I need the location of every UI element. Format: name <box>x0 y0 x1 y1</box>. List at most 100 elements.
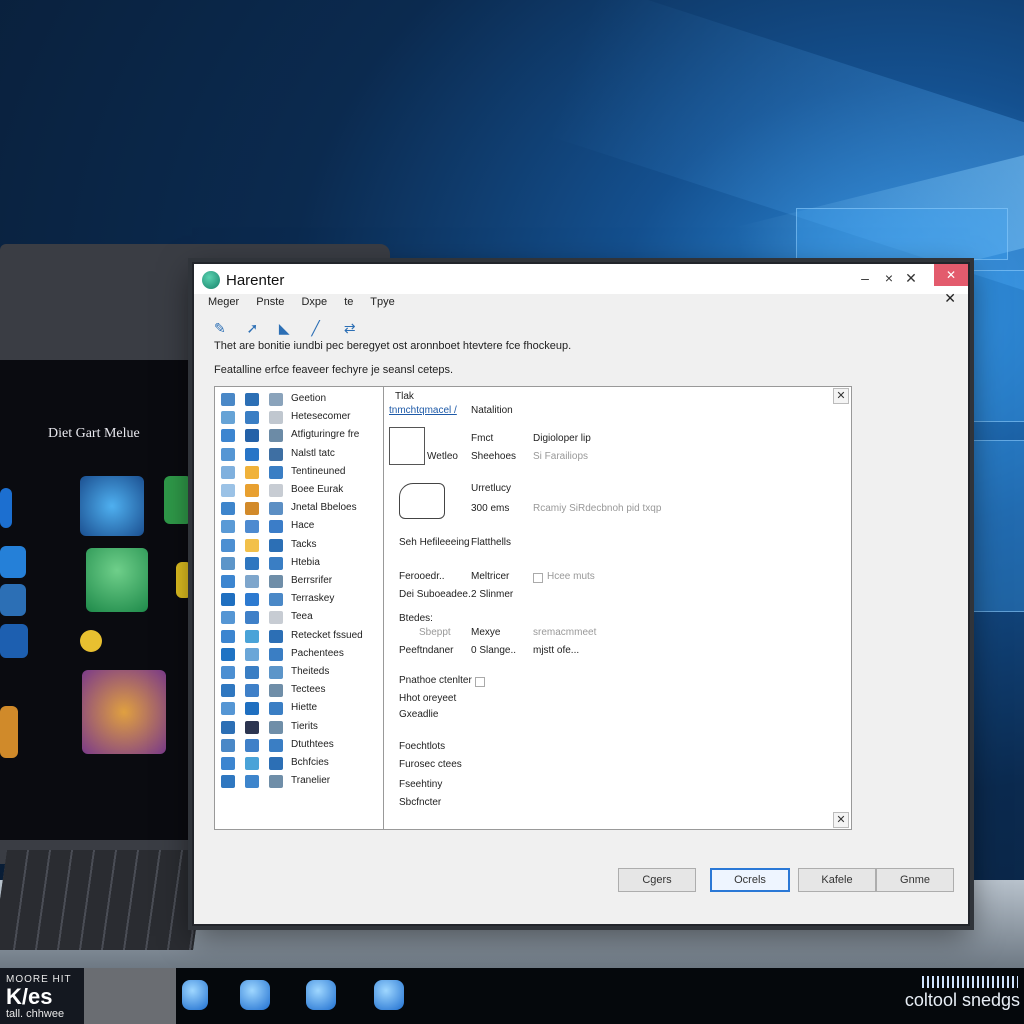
file-icon <box>269 720 283 734</box>
file-icon <box>221 629 235 643</box>
taskbar-label[interactable]: MOORE HIT K/es tall. chhwee <box>0 968 84 1024</box>
list-item-label: Boee Eurak <box>291 484 344 495</box>
app-icon[interactable] <box>182 980 208 1010</box>
section-label: Btedes: <box>399 613 433 624</box>
field-label: Meltricer <box>471 571 510 582</box>
field-value: Flatthells <box>471 537 512 548</box>
close-icon[interactable]: ✕ <box>833 388 849 404</box>
list-item[interactable]: Nalstl tatc <box>215 446 383 464</box>
diagram-icon <box>389 427 425 465</box>
restore-button[interactable]: ✕ <box>900 268 922 288</box>
list-item[interactable]: Geetion <box>215 391 383 409</box>
list-item[interactable]: Retecket fssued <box>215 628 383 646</box>
list-item[interactable]: Tentineuned <box>215 464 383 482</box>
window-title: Harenter <box>226 272 285 289</box>
menu-item[interactable]: Tpye <box>370 296 394 308</box>
field-label: Fmct <box>471 433 494 444</box>
field-value: Sbcfncter <box>399 797 442 808</box>
file-icon <box>245 666 259 679</box>
file-icon <box>269 484 283 497</box>
list-item[interactable]: Boee Eurak <box>215 482 383 500</box>
list-item[interactable]: Atfigturingre fre <box>215 427 383 445</box>
close-button[interactable]: ✕ <box>934 264 968 286</box>
file-icon <box>245 556 259 570</box>
minimize-button[interactable]: – <box>854 268 876 288</box>
file-icon <box>245 575 259 588</box>
game-tile-icon[interactable] <box>82 670 166 754</box>
close-icon[interactable]: ✕ <box>944 290 956 307</box>
list-item[interactable]: Tranelier <box>215 773 383 791</box>
file-icon <box>245 484 259 497</box>
game-tile-icon[interactable] <box>86 548 148 612</box>
game-tile-icon[interactable] <box>0 706 18 758</box>
checkbox[interactable] <box>475 677 485 687</box>
file-icon <box>245 520 259 534</box>
menu-item[interactable]: Pnste <box>256 296 284 308</box>
taskbar-spacer <box>84 968 176 1024</box>
field-label: Peeftndaner <box>399 645 454 656</box>
menu-item[interactable]: Dxpe <box>301 296 327 308</box>
game-tile-icon[interactable] <box>0 584 26 616</box>
section-label: Foechtlots <box>399 741 446 752</box>
maximize-button[interactable]: × <box>878 268 900 288</box>
list-item[interactable]: Pachentees <box>215 646 383 664</box>
list-item[interactable]: Dtuthtees <box>215 737 383 755</box>
brush-icon[interactable]: ╱ <box>311 321 325 335</box>
chat-icon[interactable] <box>306 980 336 1010</box>
windows-logo-pane <box>970 440 1024 612</box>
field-value: mjstt ofe... <box>533 645 580 656</box>
list-item[interactable]: Tectees <box>215 682 383 700</box>
list-item[interactable]: Terraskey <box>215 591 383 609</box>
title-bar: Harenter – × ✕ ✕ <box>194 264 968 294</box>
file-icon <box>245 465 259 479</box>
file-icon <box>269 393 283 406</box>
apply-button[interactable]: Kafele <box>798 868 876 892</box>
pen-icon[interactable]: ✎ <box>214 321 228 335</box>
help-button[interactable]: Gnme <box>876 868 954 892</box>
file-icon <box>245 720 259 734</box>
list-item[interactable]: Theiteds <box>215 664 383 682</box>
shuffle-icon[interactable]: ⇄ <box>344 321 358 335</box>
list-item[interactable]: Hace <box>215 518 383 536</box>
list-item-label: Retecket fssued <box>291 629 363 641</box>
monster-icon[interactable] <box>80 476 144 536</box>
list-item[interactable]: Jnetal Bbeloes <box>215 500 383 518</box>
cursor-icon[interactable]: ◣ <box>279 321 293 335</box>
green-game-icon[interactable] <box>164 476 192 524</box>
list-item[interactable]: Bchfcies <box>215 755 383 773</box>
file-icon <box>245 775 259 789</box>
field-value: Furosec ctees <box>399 759 462 770</box>
list-item[interactable]: Hetesecomer <box>215 409 383 427</box>
menu-item[interactable]: Meger <box>208 296 239 308</box>
list-item[interactable]: Berrsrifer <box>215 573 383 591</box>
file-icon <box>221 393 235 406</box>
game-tile-icon[interactable] <box>0 546 26 578</box>
cancel-button[interactable]: Cgers <box>618 868 696 892</box>
item-list: Geetion Hetesecomer Atfigturingre fre Nalst… <box>215 387 384 829</box>
file-icon <box>221 447 235 461</box>
ok-button[interactable]: Ocrels <box>710 868 790 892</box>
arrow-icon[interactable]: ➚ <box>246 321 260 335</box>
section-label: Pnathoe ctenlter <box>399 675 472 686</box>
close-icon[interactable]: ✕ <box>833 812 849 828</box>
application-dialog: Harenter – × ✕ ✕ Meger Pnste Dxpe te Tpy… <box>192 262 970 926</box>
checkbox[interactable] <box>533 573 543 583</box>
list-item[interactable]: Hiette <box>215 700 383 718</box>
list-item[interactable]: Teea <box>215 609 383 627</box>
list-item[interactable]: Tacks <box>215 537 383 555</box>
section-label: Seh Hefileeeing <box>399 537 470 548</box>
folder-icon[interactable] <box>374 980 404 1010</box>
game-tile-icon[interactable] <box>0 488 12 528</box>
list-item-label: Htebia <box>291 556 320 568</box>
cube-icon[interactable] <box>240 980 270 1010</box>
game-tile-icon[interactable] <box>176 562 192 598</box>
link[interactable]: tnmchtqmacel / <box>389 405 457 416</box>
file-icon <box>269 757 283 770</box>
tab-label[interactable]: Tlak <box>395 391 414 402</box>
file-icon <box>245 702 259 716</box>
list-item[interactable]: Tierits <box>215 719 383 737</box>
game-tile-icon[interactable] <box>0 624 28 658</box>
menu-item[interactable]: te <box>344 296 353 308</box>
game-tile-icon[interactable] <box>80 630 102 652</box>
list-item[interactable]: Htebia <box>215 555 383 573</box>
